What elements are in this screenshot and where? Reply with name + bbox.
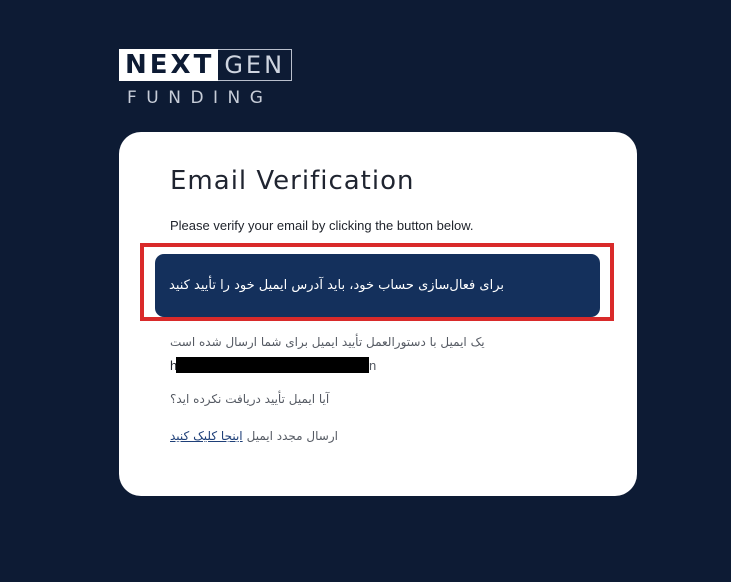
redacted-email bbox=[176, 357, 369, 373]
nextgen-funding-logo: NEXT GEN FUNDING bbox=[119, 49, 292, 108]
verification-card: Email Verification Please verify your em… bbox=[119, 132, 637, 496]
resend-link[interactable]: اینجا کلیک کنید bbox=[170, 429, 243, 443]
verify-email-button[interactable]: برای فعال‌سازی حساب خود، باید آدرس ایمیل… bbox=[155, 254, 600, 317]
not-received-question: آیا ایمیل تأیید دریافت نکرده اید؟ bbox=[170, 392, 330, 406]
page-title: Email Verification bbox=[170, 166, 415, 196]
resend-text: ارسال مجدد ایمیل bbox=[246, 429, 338, 443]
logo-wordmark: NEXT GEN bbox=[119, 49, 292, 81]
email-sent-message: یک ایمیل با دستورالعمل تأیید ایمیل برای … bbox=[170, 335, 485, 349]
verify-button-label: برای فعال‌سازی حساب خود، باید آدرس ایمیل… bbox=[169, 278, 504, 293]
resend-line: اینجا کلیک کنید ارسال مجدد ایمیل bbox=[170, 429, 338, 443]
email-visible-end: n. bbox=[369, 357, 377, 373]
logo-funding: FUNDING bbox=[127, 88, 273, 108]
email-address: h n. bbox=[170, 356, 377, 374]
instruction-text: Please verify your email by clicking the… bbox=[170, 218, 474, 233]
logo-gen: GEN bbox=[218, 49, 292, 81]
logo-next: NEXT bbox=[119, 49, 219, 81]
